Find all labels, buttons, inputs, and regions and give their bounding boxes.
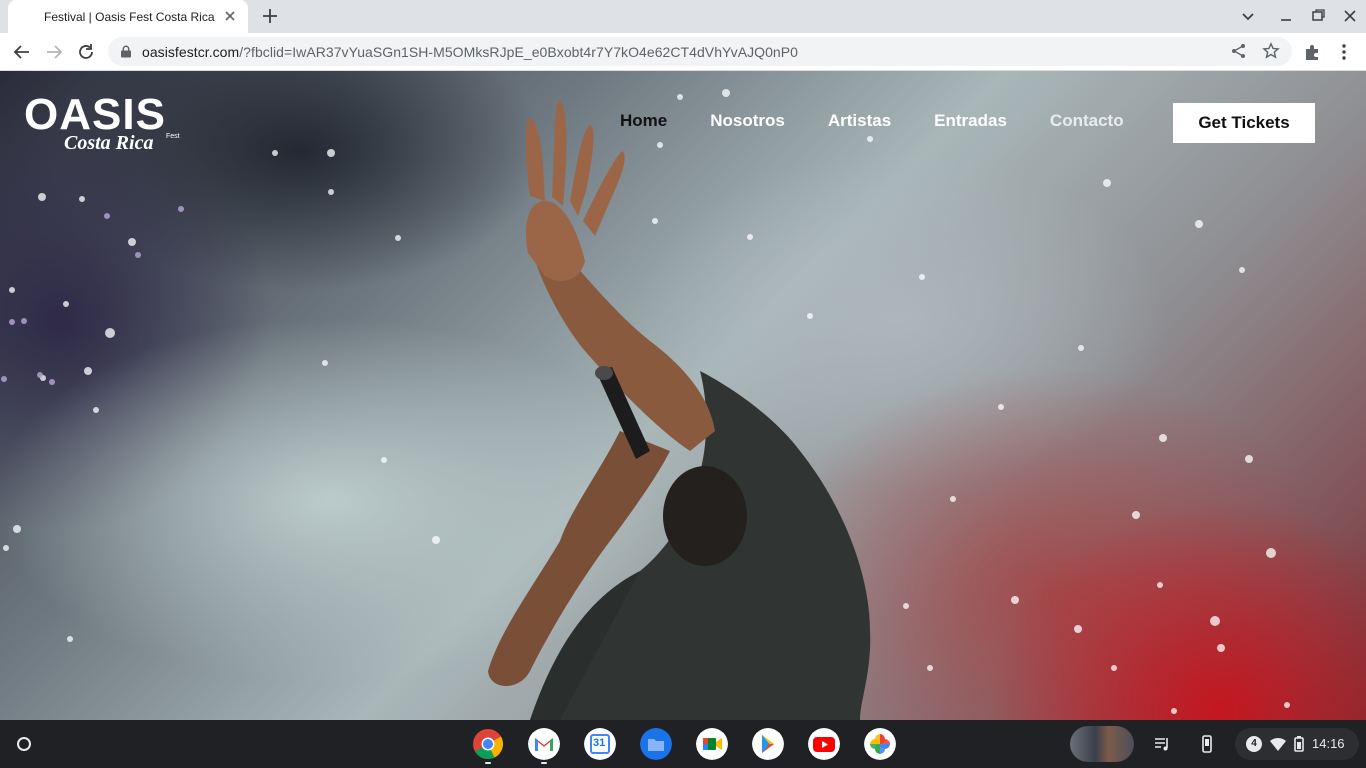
lock-icon[interactable] [120, 45, 132, 58]
chrome-running-indicator [485, 762, 491, 764]
holding-space-thumbnail[interactable] [1070, 726, 1134, 762]
logo-wordmark: OASIS [24, 90, 166, 139]
logo-tagline: Costa Rica [64, 132, 154, 154]
extensions-icon[interactable] [1301, 41, 1323, 63]
site-logo[interactable]: OASIS Costa Rica Fest [24, 93, 194, 155]
gmail-icon[interactable] [528, 728, 560, 760]
phone-hub-icon[interactable] [1197, 734, 1217, 754]
media-controls-icon[interactable] [1152, 734, 1172, 754]
nav-link-nosotros[interactable]: Nosotros [710, 111, 785, 135]
nav-link-entradas[interactable]: Entradas [934, 111, 1007, 135]
performer-silhouette [488, 100, 871, 720]
restore-icon[interactable] [1308, 6, 1328, 26]
url-host: oasisfestcr.com [142, 44, 240, 60]
launcher-icon[interactable] [9, 729, 39, 759]
address-bar[interactable]: oasisfestcr.com/?fbclid=IwAR37vYuaSGn1SH… [108, 37, 1292, 66]
tab-title: Festival | Oasis Fest Costa Rica [44, 9, 215, 24]
wifi-icon [1270, 737, 1286, 751]
nav-link-artistas[interactable]: Artistas [828, 111, 891, 135]
clock[interactable]: 14:16 [1312, 736, 1345, 751]
tab-search-icon[interactable] [1238, 6, 1258, 26]
gmail-running-indicator [541, 762, 547, 764]
tab-strip: Festival | Oasis Fest Costa Rica [0, 0, 1366, 33]
youtube-icon[interactable] [808, 728, 840, 760]
new-tab-icon[interactable] [260, 6, 280, 26]
minimize-icon[interactable] [1276, 6, 1296, 26]
nav-link-home[interactable]: Home [620, 111, 667, 135]
notification-count-badge[interactable]: 4 [1246, 736, 1262, 752]
menu-kebab-icon[interactable] [1333, 41, 1355, 63]
meet-icon[interactable] [696, 728, 728, 760]
site-navigation: Home Nosotros Artistas Entradas Contacto [620, 111, 1167, 135]
nav-link-contacto[interactable]: Contacto [1050, 111, 1124, 135]
hero-section: OASIS Costa Rica Fest Home Nosotros Arti… [0, 71, 1366, 720]
reload-icon[interactable] [75, 41, 97, 63]
files-icon[interactable] [640, 728, 672, 760]
battery-icon [1294, 736, 1304, 752]
share-icon[interactable] [1230, 42, 1248, 60]
photos-icon[interactable] [864, 728, 896, 760]
close-tab-icon[interactable] [222, 8, 238, 24]
play-store-icon[interactable] [752, 728, 784, 760]
browser-tab[interactable]: Festival | Oasis Fest Costa Rica [8, 0, 248, 33]
get-tickets-button[interactable]: Get Tickets [1173, 103, 1315, 143]
url-path: /?fbclid=IwAR37vYuaSGn1SH-M5OMksRJpE_e0B… [239, 44, 798, 60]
chrome-icon[interactable] [472, 728, 504, 760]
close-window-icon[interactable] [1340, 6, 1360, 26]
bookmark-star-icon[interactable] [1262, 42, 1280, 60]
browser-toolbar: oasisfestcr.com/?fbclid=IwAR37vYuaSGn1SH… [0, 33, 1366, 71]
forward-icon[interactable] [43, 41, 65, 63]
calendar-day: 31 [593, 737, 606, 749]
logo-fest-text: Fest [166, 133, 180, 140]
url-text: oasisfestcr.com/?fbclid=IwAR37vYuaSGn1SH… [142, 44, 798, 60]
back-icon[interactable] [11, 41, 33, 63]
